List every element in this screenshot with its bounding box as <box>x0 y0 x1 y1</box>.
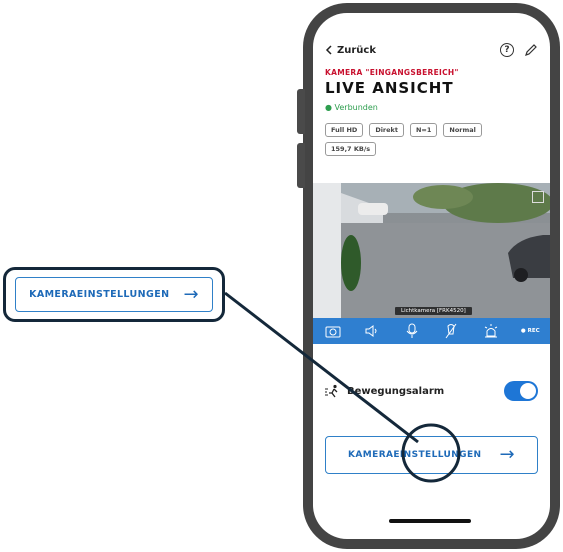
phone-screen: Zurück ? KAMERA "EINGANGSBEREICH" LIVE A… <box>313 13 550 539</box>
pencil-icon[interactable] <box>524 43 538 57</box>
motion-icon <box>325 384 338 398</box>
camera-settings-label: KAMERAEINSTELLUNGEN <box>348 450 482 460</box>
home-indicator <box>389 519 471 523</box>
top-navigation: Zurück ? <box>325 41 538 59</box>
chevron-left-icon <box>325 45 332 55</box>
camera-control-bar: ● REC <box>313 318 550 344</box>
camera-name: KAMERA "EINGANGSBEREICH" <box>325 68 459 77</box>
camera-label: Lichtkamera [FRK4520] <box>395 307 472 315</box>
volume-down-button <box>297 143 305 188</box>
stream-info-chips: Full HD Direkt N=1 Normal 159,7 KB/s <box>325 123 525 156</box>
chip-n: N=1 <box>409 123 438 137</box>
live-camera-view[interactable]: Lichtkamera [FRK4520] <box>313 183 550 318</box>
camera-snapshot-icon[interactable] <box>318 321 348 341</box>
motion-alarm-row: Bewegungsalarm <box>325 381 538 401</box>
camera-scene <box>313 183 550 318</box>
connection-status: ● Verbunden <box>325 103 378 112</box>
camera-settings-button[interactable]: KAMERAEINSTELLUNGEN → <box>325 436 538 474</box>
speaker-icon[interactable] <box>357 321 387 341</box>
record-indicator[interactable]: ● REC <box>515 321 545 341</box>
microphone-icon[interactable] <box>397 321 427 341</box>
fullscreen-icon[interactable] <box>532 191 544 203</box>
volume-up-button <box>297 89 305 134</box>
help-icon[interactable]: ? <box>500 43 514 57</box>
chip-resolution: Full HD <box>325 123 364 137</box>
motion-alarm-label: Bewegungsalarm <box>347 385 445 397</box>
callout-label: KAMERAEINSTELLUNGEN <box>29 289 170 300</box>
phone-frame: Zurück ? KAMERA "EINGANGSBEREICH" LIVE A… <box>297 3 560 549</box>
chip-bitrate: 159,7 KB/s <box>325 142 377 156</box>
arrow-right-icon: → <box>499 444 515 465</box>
chip-connection: Direkt <box>369 123 404 137</box>
light-off-icon[interactable] <box>436 321 466 341</box>
callout-highlight-box: KAMERAEINSTELLUNGEN → <box>3 267 225 322</box>
siren-icon[interactable] <box>476 321 506 341</box>
arrow-right-icon: → <box>183 283 199 305</box>
page-title: LIVE ANSICHT <box>325 79 454 97</box>
back-button[interactable]: Zurück <box>325 45 376 56</box>
chip-mode: Normal <box>443 123 482 137</box>
back-label: Zurück <box>337 44 376 56</box>
motion-alarm-toggle[interactable] <box>504 381 538 401</box>
callout-settings-button[interactable]: KAMERAEINSTELLUNGEN → <box>15 277 213 312</box>
